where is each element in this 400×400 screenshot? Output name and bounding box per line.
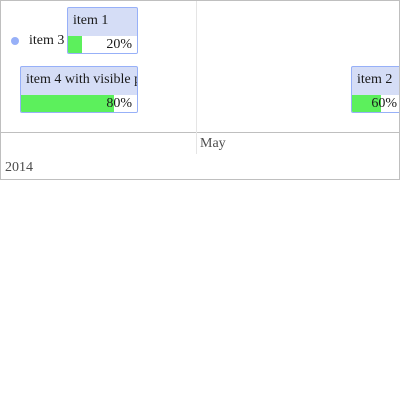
item-label: item 1 [73, 13, 109, 28]
progress-bar: 20% [68, 36, 137, 53]
timeline-item-2[interactable]: item 2 60% [351, 66, 399, 113]
axis-tick [196, 132, 197, 154]
item-label: item 4 with visible progress [26, 72, 137, 87]
point-item-label: item 3 [29, 33, 65, 48]
timeline-items-panel[interactable]: item 3 item 1 20% item 4 with visible pr… [1, 1, 399, 133]
progress-fill [21, 95, 114, 112]
progress-text: 80% [106, 96, 132, 111]
timeline-item-4[interactable]: item 4 with visible progress 80% [20, 66, 138, 113]
month-gridline [196, 1, 197, 132]
axis-minor-label: May [200, 136, 226, 151]
timeline[interactable]: item 3 item 1 20% item 4 with visible pr… [0, 0, 400, 180]
progress-text: 60% [371, 96, 397, 111]
point-dot-icon [11, 37, 19, 45]
item-label: item 2 [357, 72, 393, 87]
progress-bar: 80% [21, 95, 137, 112]
progress-bar: 60% [352, 95, 399, 112]
progress-fill [68, 36, 82, 53]
progress-text: 20% [106, 37, 132, 52]
timeline-item-1[interactable]: item 1 20% [67, 7, 138, 54]
axis-major-label: 2014 [5, 160, 33, 175]
